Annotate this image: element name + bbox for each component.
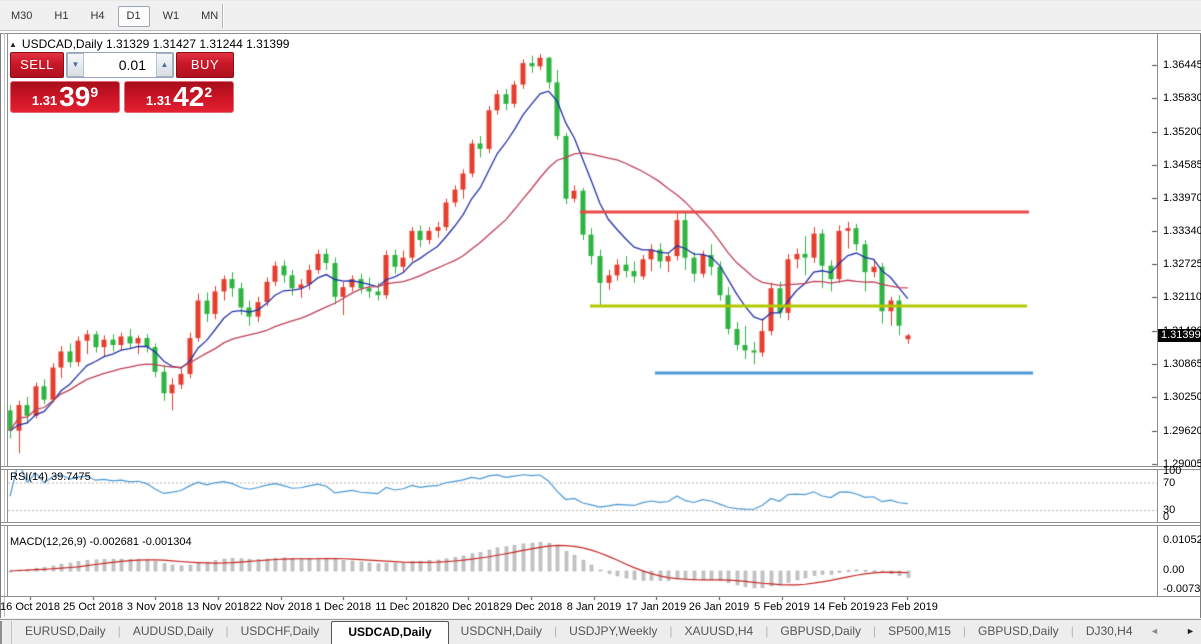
- chart-tab-eurusd-0[interactable]: EURUSD,Daily: [13, 620, 118, 643]
- chart-title: ▲ USDCAD,Daily 1.31329 1.31427 1.31244 1.…: [9, 37, 289, 51]
- price-tick-label: 1.33970: [1163, 192, 1201, 204]
- price-tick-label: 1.30865: [1163, 358, 1201, 370]
- date-tick-label: 23 Feb 2019: [876, 601, 938, 613]
- chart-tab-usdjpy-5[interactable]: USDJPY,Weekly: [557, 620, 669, 643]
- mt4-window: { "toolbar": { "timeframes": [ {"label":…: [0, 0, 1201, 644]
- date-tick-label: 1 Dec 2018: [314, 601, 372, 613]
- macd-panel-resize-handle[interactable]: [1, 522, 1200, 526]
- sell-price-big: 39: [59, 81, 91, 112]
- chart-tab-audusd-1[interactable]: AUDUSD,Daily: [121, 620, 226, 643]
- chart-tab-xauusd-6[interactable]: XAUUSD,H4: [673, 620, 766, 643]
- price-axis-border: [1157, 34, 1158, 597]
- chart-tab-bar: EURUSD,Daily | AUDUSD,Daily | USDCHF,Daily US…: [0, 619, 1201, 644]
- date-tick-label: 29 Dec 2018: [499, 601, 563, 613]
- price-tick-label: 1.36445: [1163, 59, 1201, 71]
- price-tick-label: 1.34585: [1163, 159, 1201, 171]
- tab-scroll-right-icon[interactable]: ►: [1186, 626, 1195, 636]
- chart-tab-usdcnh-4[interactable]: USDCNH,Daily: [449, 620, 554, 643]
- date-tick-label: 26 Jan 2019: [688, 601, 750, 613]
- buy-button[interactable]: BUY: [176, 52, 234, 78]
- chart-tab-gbpusd-7[interactable]: GBPUSD,Daily: [768, 620, 873, 643]
- date-tick-label: 25 Oct 2018: [63, 601, 123, 613]
- price-tick-label: 1.30250: [1163, 391, 1201, 403]
- price-tick-label: 1.35830: [1163, 92, 1201, 104]
- one-click-trading-panel: SELL ▼ 0.01 ▲ BUY 1.31 39 9 1.31 42 2: [10, 52, 234, 113]
- rsi-indicator-label: RSI(14) 39.7475: [10, 471, 91, 483]
- buy-price-button[interactable]: 1.31 42 2: [124, 81, 234, 113]
- chart-tab-sp500-8[interactable]: SP500,M15: [876, 620, 963, 643]
- rsi-axis-label: 100: [1163, 465, 1182, 477]
- date-tick-label: 3 Nov 2018: [126, 601, 184, 613]
- rsi-axis-label: 0: [1163, 511, 1170, 523]
- macd-axis-label: 0.010525: [1163, 534, 1201, 546]
- buy-price-prefix: 1.31: [145, 93, 172, 108]
- volume-increase-icon[interactable]: ▲: [156, 53, 173, 77]
- chart-left-border: [7, 34, 8, 597]
- sell-price-button[interactable]: 1.31 39 9: [10, 81, 120, 113]
- date-tick-label: 14 Feb 2019: [813, 601, 875, 613]
- buy-price-big: 42: [173, 81, 205, 112]
- current-price-badge: 1.31399: [1158, 329, 1201, 342]
- rsi-panel-resize-handle[interactable]: [1, 466, 1200, 470]
- chart-tab-dj30-10[interactable]: DJ30,H4: [1074, 620, 1141, 643]
- date-tick-label: 16 Oct 2018: [0, 601, 60, 613]
- sell-price-prefix: 1.31: [31, 93, 58, 108]
- price-tick-label: 1.32725: [1163, 258, 1201, 270]
- collapse-triangle-icon[interactable]: ▲: [9, 40, 17, 49]
- chart-tab-usdchf-2[interactable]: USDCHF,Daily: [229, 620, 332, 643]
- date-tick-label: 5 Feb 2019: [754, 601, 810, 613]
- price-tick-label: 1.33340: [1163, 225, 1201, 237]
- chart-symbol-label: USDCAD,Daily: [21, 37, 103, 51]
- date-tick-label: 13 Nov 2018: [186, 601, 250, 613]
- rsi-axis-label: 70: [1163, 477, 1176, 489]
- volume-stepper: ▼ 0.01 ▲: [66, 52, 174, 78]
- volume-decrease-icon[interactable]: ▼: [67, 53, 84, 77]
- date-tick-label: 20 Dec 2018: [436, 601, 500, 613]
- price-tick-label: 1.32110: [1163, 291, 1201, 303]
- sell-price-pip: 9: [90, 84, 99, 100]
- tab-bar-stub: [0, 621, 12, 644]
- xaxis-divider: [1, 596, 1200, 597]
- volume-input[interactable]: 0.01: [84, 53, 156, 77]
- date-tick-label: 11 Dec 2018: [375, 601, 437, 613]
- date-tick-label: 22 Nov 2018: [249, 601, 313, 613]
- macd-axis-label: 0.00: [1163, 564, 1185, 576]
- price-tick-label: 1.35200: [1163, 126, 1201, 138]
- sell-button[interactable]: SELL: [10, 52, 64, 78]
- buy-price-pip: 2: [204, 84, 213, 100]
- date-tick-label: 17 Jan 2019: [625, 601, 687, 613]
- macd-indicator-label: MACD(12,26,9) -0.002681 -0.001304: [10, 536, 192, 548]
- date-tick-label: 8 Jan 2019: [566, 601, 622, 613]
- macd-axis-label: -0.0073: [1163, 583, 1201, 595]
- price-tick-label: 1.29620: [1163, 425, 1201, 437]
- chart-tab-gbpusd-9[interactable]: GBPUSD,Daily: [966, 620, 1071, 643]
- tab-scroll-left-icon[interactable]: ◄: [1150, 626, 1159, 636]
- chart-ohlc-values: 1.31329 1.31427 1.31244 1.31399: [102, 37, 290, 51]
- chart-tab-usdcad-3[interactable]: USDCAD,Daily: [331, 621, 449, 644]
